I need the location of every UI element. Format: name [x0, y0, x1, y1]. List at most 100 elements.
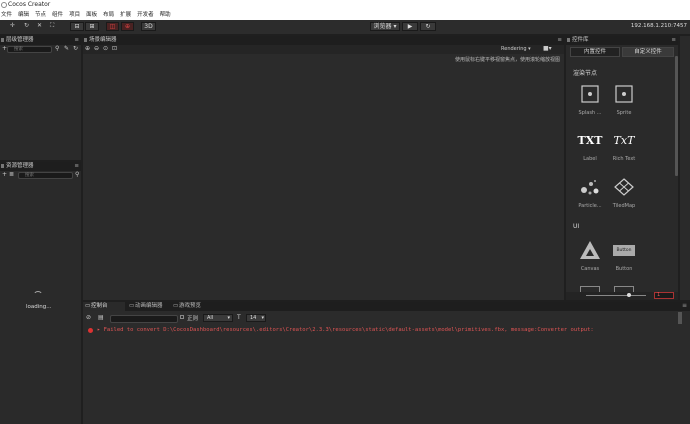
sprite-icon [613, 83, 635, 105]
panel-menu-icon[interactable]: ≡ [682, 302, 687, 309]
tab-label: 游戏预览 [179, 303, 202, 309]
panel-pin-icon [1, 38, 4, 42]
tab-builtin[interactable]: 内置控件 [570, 47, 620, 57]
tab-label: 控制台 [91, 303, 108, 309]
panel-pin-icon [84, 38, 87, 42]
animation-tab-icon: ▭ [129, 303, 135, 309]
preview-ip-address[interactable]: 192.168.1.210:7457 [631, 23, 687, 29]
refresh-button[interactable]: ↻ [420, 22, 436, 31]
open-log-icon[interactable]: ▤ [98, 314, 104, 322]
zoom-in-icon[interactable]: ⊕ [85, 45, 90, 53]
loading-spinner-icon [33, 291, 43, 301]
zoom-slider-handle[interactable] [627, 293, 631, 297]
play-button[interactable]: ▶ [402, 22, 418, 31]
log-level-select[interactable]: All ▾ [203, 314, 233, 322]
console-toolbar: ⊘ ▤ 正则 All ▾ T 14 ▾ [83, 312, 690, 324]
move-tool-icon[interactable]: ✛ [10, 22, 15, 30]
pivot-icon: ⊟ [74, 23, 80, 30]
add-asset-icon[interactable]: + [2, 171, 7, 179]
search-icon[interactable]: ⚲ [55, 45, 59, 53]
toggle-3d-button[interactable]: 3D [141, 22, 156, 31]
widget-label[interactable]: TXT Label [572, 129, 608, 163]
menu-node[interactable]: 节点 [35, 10, 46, 20]
menu-extension[interactable]: 扩展 [120, 10, 131, 20]
tab-label: 动画编辑器 [135, 303, 163, 309]
console-panel: ▭ 控制台 ▭ 动画编辑器 ▭ 游戏预览 ≡ ⊘ ▤ 正则 All ▾ T 14 ▾ ▸ … [83, 302, 690, 424]
menu-layout[interactable]: 布局 [103, 10, 114, 20]
font-size-label: 14 [250, 315, 257, 321]
rect-tool-icon[interactable]: ⛶ [50, 22, 54, 30]
game-tab-icon: ▭ [173, 303, 179, 309]
grid-button[interactable]: ⊕ [121, 22, 134, 31]
widget-button[interactable]: Button Button [606, 239, 642, 272]
preview-platform-select[interactable]: 浏览器 ▾ [370, 22, 400, 31]
zoom-slider-track[interactable] [586, 295, 646, 296]
zoom-input[interactable]: 1 [654, 292, 674, 299]
local-icon: ⊞ [89, 23, 95, 30]
scene-title: 场景编辑器 [89, 37, 117, 43]
widget-canvas[interactable]: Canvas [572, 239, 608, 272]
menu-help[interactable]: 帮助 [160, 10, 171, 20]
widgets-scrollbar[interactable] [675, 56, 678, 176]
pivot-button[interactable]: ⊟ [70, 22, 84, 31]
scene-header: 场景编辑器 ≡ [83, 36, 564, 45]
edit-icon[interactable]: ✎ [64, 45, 69, 53]
fit-view-icon[interactable]: ⊡ [112, 45, 117, 53]
tab-animation[interactable]: ▭ 动画编辑器 [127, 302, 177, 311]
menu-bar: 文件 编辑 节点 组件 项目 面板 布局 扩展 开发者 帮助 [0, 10, 690, 20]
right-edge-panel [680, 36, 690, 300]
panel-menu-icon[interactable]: ≡ [74, 162, 79, 171]
widget-label: Particle... [578, 203, 602, 209]
zoom-out-icon[interactable]: ⊖ [94, 45, 99, 53]
widgets-footer: 1 [566, 292, 678, 300]
clear-console-icon[interactable]: ⊘ [86, 314, 91, 322]
snap-icon: ◫ [109, 23, 116, 30]
particle-icon [579, 176, 601, 198]
menu-developer[interactable]: 开发者 [137, 10, 154, 20]
scene-toolbar: ⊕ ⊖ ⊙ ⊡ Rendering ▾ ■▾ [83, 45, 564, 54]
panel-menu-icon[interactable]: ≡ [671, 36, 676, 45]
widget-tiledmap[interactable]: TiledMap [606, 176, 642, 209]
scene-editor-panel: 场景编辑器 ≡ ⊕ ⊖ ⊙ ⊡ Rendering ▾ ■▾ 使用鼠标右键平移视… [83, 36, 564, 300]
menu-component[interactable]: 组件 [52, 10, 63, 20]
widget-label: Label [583, 156, 597, 162]
widgets-title: 控件库 [572, 37, 589, 43]
widgets-panel: 控件库 ≡ 内置控件 自定义控件 渲染节点 Splash ... Sprite … [566, 36, 678, 300]
widget-splash[interactable]: Splash ... [572, 83, 608, 116]
console-filter-input[interactable] [110, 315, 178, 323]
console-scrollbar[interactable] [678, 312, 682, 324]
local-button[interactable]: ⊞ [85, 22, 99, 31]
tab-game-preview[interactable]: ▭ 游戏预览 [171, 302, 221, 311]
tab-custom[interactable]: 自定义控件 [622, 47, 674, 57]
menu-file[interactable]: 文件 [1, 10, 12, 20]
zoom-reset-icon[interactable]: ⊙ [103, 45, 108, 53]
rendering-dropdown[interactable]: Rendering ▾ [501, 46, 531, 52]
menu-project[interactable]: 项目 [69, 10, 80, 20]
refresh-icon[interactable]: ↻ [73, 45, 78, 53]
rotate-tool-icon[interactable]: ↻ [24, 22, 29, 30]
panel-menu-icon[interactable]: ≡ [74, 36, 79, 45]
widget-rich-text[interactable]: TxT Rich Text [606, 129, 642, 163]
scale-tool-icon[interactable]: ✕ [37, 22, 42, 30]
font-size-select[interactable]: 14 ▾ [246, 314, 266, 322]
search-icon[interactable]: ⚲ [75, 171, 79, 179]
log-level-label: All [207, 315, 214, 321]
console-error-message[interactable]: ▸ Failed to convert D:\CocosDashboard\re… [97, 327, 594, 333]
hierarchy-search-input[interactable]: 搜索 [7, 46, 52, 53]
snap-button[interactable]: ◫ [106, 22, 119, 31]
tab-console[interactable]: ▭ 控制台 [83, 302, 125, 311]
refresh-icon: ↻ [425, 23, 431, 30]
font-size-icon: T [237, 314, 241, 321]
menu-panel[interactable]: 面板 [86, 10, 97, 20]
play-icon: ▶ [407, 23, 413, 30]
canvas-icon [579, 239, 601, 261]
assets-search-input[interactable]: 搜索 [18, 172, 73, 179]
camera-icon[interactable]: ■▾ [543, 45, 552, 53]
menu-edit[interactable]: 编辑 [18, 10, 29, 20]
widget-particle[interactable]: Particle... [572, 176, 608, 209]
widget-sprite[interactable]: Sprite [606, 83, 642, 116]
app-title: Cocos Creator [8, 1, 51, 8]
panel-menu-icon[interactable]: ≡ [557, 36, 562, 45]
sort-icon[interactable]: ≣ [9, 171, 14, 179]
regex-checkbox[interactable] [180, 315, 184, 319]
